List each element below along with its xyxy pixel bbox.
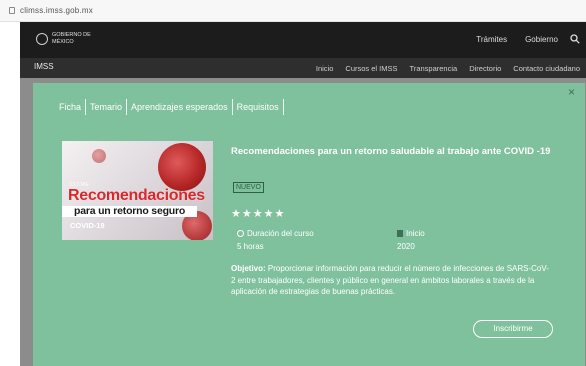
new-badge: NUEVO — [233, 182, 264, 193]
tab-requisitos[interactable]: Requisitos — [233, 100, 283, 114]
enroll-button[interactable]: Inscribirme — [473, 320, 553, 338]
left-gutter — [0, 22, 20, 366]
tab-divider — [282, 99, 284, 115]
nav-tramites[interactable]: Trámites — [476, 35, 507, 44]
tab-temario[interactable]: Temario — [86, 100, 126, 114]
course-modal: × Ficha Temario Aprendizajes esperados R… — [33, 83, 585, 366]
tab-ficha[interactable]: Ficha — [55, 100, 85, 114]
tab-divider — [126, 99, 128, 115]
lock-icon — [9, 7, 15, 14]
objective-label: Objetivo: — [231, 264, 266, 273]
logo-text: GOBIERNO DE MÉXICO — [52, 32, 91, 45]
nav-directorio[interactable]: Directorio — [469, 64, 501, 73]
url-text[interactable]: climss.imss.gob.mx — [20, 6, 93, 15]
course-objective: Objetivo: Proporcionar información para … — [231, 263, 549, 298]
clock-icon — [237, 230, 244, 237]
duration-value: 5 horas — [237, 242, 264, 251]
secondary-nav-bar: IMSS Inicio Cursos el IMSS Transparencia… — [20, 58, 586, 78]
start-label: Inicio — [406, 229, 425, 238]
nav-gobierno[interactable]: Gobierno — [525, 35, 558, 44]
nav-transparencia[interactable]: Transparencia — [410, 64, 458, 73]
virus-icon — [158, 143, 206, 191]
calendar-icon — [397, 230, 403, 237]
course-image: CLI.ME Recomendaciones para un retorno s… — [62, 141, 213, 240]
course-tabs: Ficha Temario Aprendizajes esperados Req… — [55, 99, 284, 115]
start-block: Inicio 2020 — [397, 229, 425, 251]
duration-label: Duración del curso — [247, 229, 314, 238]
star-rating: ★★★★★ — [231, 208, 286, 220]
tab-divider — [231, 99, 233, 115]
close-icon[interactable]: × — [568, 85, 575, 99]
tab-aprendizajes[interactable]: Aprendizajes esperados — [127, 100, 232, 114]
virus-icon — [92, 149, 106, 163]
course-title: Recomendaciones para un retorno saludabl… — [231, 146, 551, 157]
gobierno-logo[interactable]: GOBIERNO DE MÉXICO — [36, 31, 96, 49]
secondary-nav: Inicio Cursos el IMSS Transparencia Dire… — [316, 64, 580, 73]
image-title: Recomendaciones — [68, 187, 205, 204]
browser-address-bar[interactable]: climss.imss.gob.mx — [0, 0, 586, 22]
search-icon[interactable] — [570, 34, 580, 44]
objective-text: Proporcionar información para reducir el… — [231, 264, 549, 296]
start-value: 2020 — [397, 242, 415, 251]
imss-logo[interactable]: IMSS — [34, 62, 54, 71]
top-nav: Trámites Gobierno — [476, 35, 558, 44]
nav-contacto[interactable]: Contacto ciudadano — [513, 64, 580, 73]
seal-icon — [36, 33, 48, 45]
nav-cursos[interactable]: Cursos el IMSS — [345, 64, 397, 73]
image-covid: COVID-19 — [70, 221, 105, 230]
nav-inicio[interactable]: Inicio — [316, 64, 334, 73]
image-subtitle: para un retorno seguro — [74, 205, 186, 217]
duration-block: Duración del curso 5 horas — [237, 229, 314, 251]
tab-divider — [85, 99, 87, 115]
site-header: GOBIERNO DE MÉXICO Trámites Gobierno — [20, 22, 586, 58]
